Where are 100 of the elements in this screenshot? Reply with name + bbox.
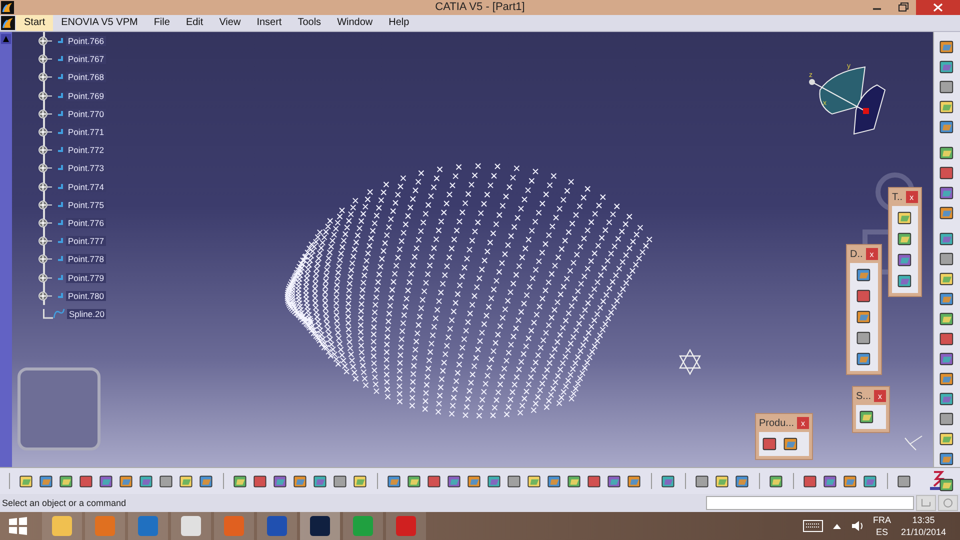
app-logo-icon[interactable] bbox=[1, 16, 15, 30]
tree-item[interactable]: Point.770 bbox=[66, 108, 106, 119]
tool-icon[interactable] bbox=[938, 204, 956, 222]
caret-up-icon[interactable] bbox=[832, 523, 841, 529]
command-input-field[interactable] bbox=[706, 496, 914, 510]
point-icon bbox=[58, 238, 64, 244]
expand-icon[interactable] bbox=[38, 182, 52, 192]
tool-icon[interactable] bbox=[938, 390, 956, 408]
tree-item[interactable]: Point.775 bbox=[66, 200, 106, 210]
tool-icon[interactable] bbox=[938, 250, 956, 268]
tree-item[interactable]: Point.774 bbox=[66, 182, 106, 192]
tool-icon[interactable] bbox=[854, 287, 873, 305]
tool-icon[interactable] bbox=[938, 38, 956, 56]
expand-icon[interactable] bbox=[38, 145, 52, 156]
tree-item[interactable]: Point.773 bbox=[66, 163, 106, 174]
tool-icon[interactable] bbox=[896, 209, 914, 227]
tool-icon[interactable] bbox=[938, 350, 956, 368]
keyboard-icon[interactable] bbox=[802, 520, 823, 532]
tool-icon[interactable] bbox=[938, 270, 956, 288]
tool-icon[interactable] bbox=[854, 266, 873, 284]
taskbar-button[interactable] bbox=[300, 512, 340, 540]
tool-icon[interactable] bbox=[938, 476, 956, 494]
expand-icon[interactable] bbox=[38, 163, 52, 174]
tool-icon[interactable] bbox=[938, 370, 956, 388]
tool-icon[interactable] bbox=[854, 350, 873, 368]
language-indicator[interactable]: FRA bbox=[872, 514, 891, 526]
close-button[interactable]: x bbox=[866, 248, 878, 260]
expand-icon[interactable] bbox=[38, 72, 52, 82]
expand-icon[interactable] bbox=[38, 200, 52, 210]
expand-icon[interactable] bbox=[38, 236, 52, 246]
tree-item[interactable]: Point.777 bbox=[66, 236, 106, 246]
point-icon bbox=[58, 256, 64, 262]
clock-time[interactable]: 13:35 bbox=[912, 514, 935, 526]
tool-icon[interactable] bbox=[938, 330, 956, 348]
clock-date[interactable]: 21/10/2014 bbox=[900, 526, 946, 538]
close-button[interactable]: x bbox=[797, 417, 810, 429]
tree-item[interactable]: Spline.20 bbox=[67, 308, 106, 319]
menu-item[interactable]: Insert bbox=[248, 15, 290, 31]
expand-icon[interactable] bbox=[38, 90, 52, 101]
tree-item[interactable]: Point.768 bbox=[66, 72, 106, 82]
tool-icon[interactable] bbox=[938, 98, 956, 116]
small-axis-icon bbox=[904, 436, 922, 450]
tool-icon[interactable] bbox=[938, 58, 956, 76]
close-button[interactable]: x bbox=[874, 390, 886, 402]
tool-icon[interactable] bbox=[938, 78, 956, 96]
tree-item[interactable]: Point.776 bbox=[66, 218, 106, 228]
tool-icon[interactable] bbox=[761, 435, 779, 453]
scroll-bar[interactable] bbox=[0, 32, 12, 467]
keyboard-layout[interactable]: ES bbox=[876, 526, 888, 538]
tree-item[interactable]: Point.780 bbox=[66, 290, 106, 301]
expand-icon[interactable] bbox=[38, 218, 52, 228]
taskbar-button[interactable] bbox=[171, 512, 211, 540]
menu-item[interactable]: View bbox=[211, 15, 249, 31]
menu-item[interactable]: File bbox=[146, 15, 178, 31]
tool-icon[interactable] bbox=[938, 230, 956, 248]
tool-icon[interactable] bbox=[938, 310, 956, 328]
tool-icon[interactable] bbox=[938, 290, 956, 308]
menu-item[interactable]: Edit bbox=[178, 15, 212, 31]
tree-item[interactable]: Point.778 bbox=[66, 254, 106, 264]
tool-icon[interactable] bbox=[938, 450, 956, 468]
close-button[interactable]: x bbox=[906, 191, 918, 203]
expand-icon[interactable] bbox=[38, 254, 52, 264]
tool-icon[interactable] bbox=[938, 184, 956, 202]
tool-icon[interactable] bbox=[896, 251, 914, 269]
close-icon[interactable] bbox=[916, 0, 960, 15]
app-icon bbox=[266, 515, 288, 537]
speaker-icon[interactable] bbox=[850, 520, 863, 532]
point-icon bbox=[58, 56, 64, 62]
tool-icon[interactable] bbox=[854, 308, 873, 326]
tool-icon[interactable] bbox=[938, 164, 956, 182]
expand-icon[interactable] bbox=[38, 290, 52, 301]
tree-item[interactable]: Point.771 bbox=[66, 127, 106, 138]
tree-item[interactable]: Point.769 bbox=[66, 90, 106, 101]
tool-icon[interactable] bbox=[896, 272, 914, 290]
menu-item[interactable]: Help bbox=[380, 15, 418, 31]
tree-item[interactable]: Point.779 bbox=[66, 272, 106, 283]
tool-icon[interactable] bbox=[858, 408, 876, 426]
tree-item[interactable]: Point.767 bbox=[66, 54, 106, 64]
tool-icon[interactable] bbox=[896, 230, 914, 248]
menu-item[interactable]: Start bbox=[16, 15, 54, 31]
tool-icon[interactable] bbox=[782, 435, 800, 453]
start-icon[interactable] bbox=[8, 516, 28, 536]
tool-icon[interactable] bbox=[938, 118, 956, 136]
tree-item[interactable]: Point.766 bbox=[66, 36, 106, 46]
toolbar-title: T.. bbox=[892, 192, 903, 202]
tool-icon[interactable] bbox=[938, 430, 956, 448]
tree-item[interactable]: Point.772 bbox=[66, 145, 106, 156]
tool-icon[interactable] bbox=[938, 410, 956, 428]
expand-icon[interactable] bbox=[38, 36, 52, 46]
expand-icon[interactable] bbox=[38, 127, 52, 138]
menu-item[interactable]: Window bbox=[329, 15, 381, 31]
scroll-up-icon[interactable] bbox=[1, 34, 11, 44]
tool-icon[interactable] bbox=[854, 329, 873, 347]
expand-icon[interactable] bbox=[38, 272, 52, 283]
expand-icon[interactable] bbox=[38, 108, 52, 119]
tool-icon[interactable] bbox=[938, 144, 956, 162]
menu-item[interactable]: ENOVIA V5 VPM bbox=[53, 15, 146, 31]
app-icon bbox=[223, 515, 245, 537]
expand-icon[interactable] bbox=[38, 54, 52, 64]
menu-item[interactable]: Tools bbox=[290, 15, 330, 31]
